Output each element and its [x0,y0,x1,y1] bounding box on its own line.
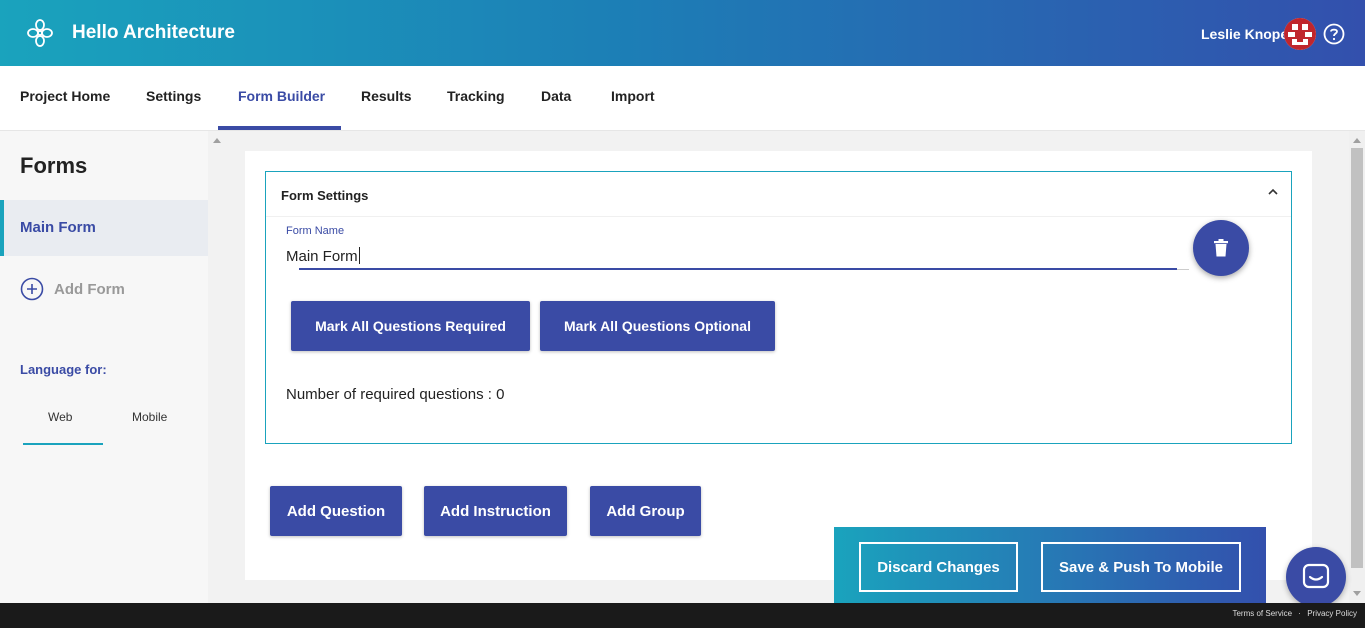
required-questions-count: Number of required questions : 0 [286,386,505,403]
add-instruction-button[interactable]: Add Instruction [424,486,567,536]
form-settings-card: Form Settings Form Name Main Form Mark A… [265,171,1292,444]
footer-links: Terms of Service · Privacy Policy [1228,609,1357,618]
tab-settings[interactable]: Settings [146,88,201,104]
add-form-label: Add Form [54,280,125,298]
chat-icon [1302,563,1330,589]
form-name-label: Form Name [286,225,345,237]
form-name-underline-tail [1177,269,1189,270]
mark-all-optional-button[interactable]: Mark All Questions Optional [540,301,775,351]
privacy-link[interactable]: Privacy Policy [1307,609,1357,618]
tab-language-web[interactable]: Web [48,410,72,424]
tab-results[interactable]: Results [361,88,412,104]
save-push-button[interactable]: Save & Push To Mobile [1041,542,1241,592]
save-action-bar: Discard Changes Save & Push To Mobile [834,527,1266,603]
app-header: Hello Architecture Leslie Knope [0,0,1365,66]
language-tab-indicator [23,443,103,445]
divider [266,216,1291,217]
forms-sidebar: Forms Main Form Add Form Language for: W… [0,131,208,603]
form-name-value: Main Form [286,248,358,265]
active-tab-indicator [218,126,341,130]
form-name-underline [299,268,1177,270]
add-circle-icon [20,277,44,301]
sidebar-title: Forms [20,153,88,178]
add-group-button[interactable]: Add Group [590,486,701,536]
language-label: Language for: [20,362,107,377]
chat-launcher-button[interactable] [1286,547,1346,607]
sidebar-item-main-form[interactable]: Main Form [0,200,208,256]
tab-project-home[interactable]: Project Home [20,88,110,104]
tab-form-builder[interactable]: Form Builder [238,88,325,104]
app-title[interactable]: Hello Architecture [72,22,235,44]
footer-separator: · [1298,609,1301,618]
sidebar-item-label: Main Form [20,219,96,236]
delete-form-button[interactable] [1193,220,1249,276]
avatar-pattern-icon [1284,18,1316,50]
form-settings-title[interactable]: Form Settings [281,188,368,203]
tab-data[interactable]: Data [541,88,571,104]
text-caret [358,247,360,264]
form-name-input[interactable]: Main Form [286,247,360,265]
scrollbar-thumb[interactable] [1351,148,1363,568]
vertical-scrollbar[interactable] [1349,131,1365,603]
trash-icon [1214,239,1228,257]
scroll-up-arrow-icon[interactable] [210,131,224,603]
tab-import[interactable]: Import [611,88,655,104]
terms-link[interactable]: Terms of Service [1232,609,1292,618]
add-question-button[interactable]: Add Question [270,486,402,536]
add-form-button[interactable]: Add Form [20,277,125,301]
avatar[interactable] [1284,18,1316,50]
mark-all-required-button[interactable]: Mark All Questions Required [291,301,530,351]
discard-changes-button[interactable]: Discard Changes [859,542,1018,592]
page-footer: Terms of Service · Privacy Policy [0,603,1365,628]
help-circle-icon[interactable] [1323,23,1345,45]
flower-logo-icon[interactable] [26,18,54,48]
top-nav: Project Home Settings Form Builder Resul… [0,66,1365,131]
tab-tracking[interactable]: Tracking [447,88,505,104]
chevron-up-icon[interactable] [1266,186,1280,198]
tab-language-mobile[interactable]: Mobile [132,410,167,424]
user-name[interactable]: Leslie Knope [1201,26,1288,42]
